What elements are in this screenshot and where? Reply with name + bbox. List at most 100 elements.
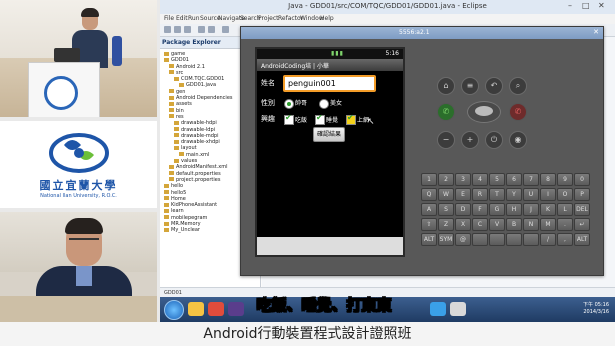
key[interactable]: 8 <box>540 173 556 186</box>
key[interactable]: . <box>557 218 573 231</box>
key[interactable]: F <box>472 203 488 216</box>
tree-item[interactable]: My_Unclear <box>164 227 233 233</box>
folder-icon <box>169 70 174 75</box>
key[interactable]: P <box>574 188 590 201</box>
key[interactable]: N <box>523 218 539 231</box>
key[interactable]: SYM <box>438 233 454 246</box>
search-icon[interactable] <box>222 26 229 33</box>
key[interactable]: D <box>455 203 471 216</box>
key[interactable]: 9 <box>557 173 573 186</box>
window-title: Java - GDD01/src/COM/TQC/GDD01/GDD01.jav… <box>288 2 487 10</box>
clock-date: 2014/3/16 <box>583 309 609 315</box>
key[interactable]: B <box>506 218 522 231</box>
menu-project[interactable]: Project <box>258 15 279 22</box>
menu-help[interactable]: Help <box>320 15 334 22</box>
key[interactable]: A <box>421 203 437 216</box>
key[interactable]: @ <box>455 233 471 246</box>
key[interactable]: J <box>523 203 539 216</box>
key[interactable]: M <box>540 218 556 231</box>
end-call-icon[interactable]: ✆ <box>509 103 527 121</box>
key[interactable]: Q <box>421 188 437 201</box>
checkbox-sleep[interactable] <box>315 113 325 125</box>
menu-button[interactable]: ≡ <box>461 77 479 95</box>
key[interactable]: ALT <box>421 233 437 246</box>
volume-up-button[interactable]: + <box>461 131 479 149</box>
run-icon[interactable] <box>208 26 215 33</box>
key[interactable]: H <box>506 203 522 216</box>
key[interactable]: DEL <box>574 203 590 216</box>
folder-icon <box>169 95 174 100</box>
key[interactable]: ALT <box>574 233 590 246</box>
back-button[interactable]: ↶ <box>485 77 503 95</box>
key[interactable] <box>506 233 522 246</box>
key[interactable] <box>489 233 505 246</box>
key[interactable]: Y <box>506 188 522 201</box>
name-field[interactable]: penguin001 <box>283 75 376 92</box>
maximize-button[interactable]: □ <box>582 1 590 10</box>
key[interactable]: K <box>540 203 556 216</box>
key[interactable]: 6 <box>506 173 522 186</box>
key[interactable]: S <box>438 203 454 216</box>
checkbox-internet[interactable] <box>346 113 356 125</box>
key[interactable]: L <box>557 203 573 216</box>
key[interactable]: , <box>557 233 573 246</box>
key[interactable]: V <box>489 218 505 231</box>
key[interactable]: I <box>540 188 556 201</box>
new-icon[interactable] <box>164 26 171 33</box>
key[interactable]: 2 <box>438 173 454 186</box>
start-button[interactable] <box>164 300 184 320</box>
key[interactable]: R <box>472 188 488 201</box>
key[interactable]: G <box>489 203 505 216</box>
key[interactable]: 1 <box>421 173 437 186</box>
key[interactable]: W <box>438 188 454 201</box>
menu-edit[interactable]: Edit <box>176 15 188 22</box>
radio-male[interactable] <box>284 99 294 109</box>
key[interactable]: C <box>472 218 488 231</box>
search-button[interactable]: ⌕ <box>509 77 527 95</box>
menu-file[interactable]: File <box>164 15 174 22</box>
print-icon[interactable] <box>184 26 191 33</box>
save-icon[interactable] <box>174 26 181 33</box>
key[interactable]: 4 <box>472 173 488 186</box>
menu-run[interactable]: Run <box>188 15 200 22</box>
key[interactable]: 5 <box>489 173 505 186</box>
key[interactable]: 7 <box>523 173 539 186</box>
key[interactable] <box>523 233 539 246</box>
browser-icon[interactable] <box>208 302 224 316</box>
minimize-button[interactable]: – <box>568 1 572 10</box>
taskbar-clock[interactable]: 下午 05:16 2014/3/16 <box>583 302 609 316</box>
checkbox-eat[interactable] <box>284 113 294 125</box>
home-button[interactable]: ⌂ <box>437 77 455 95</box>
key[interactable] <box>472 233 488 246</box>
key[interactable]: ⇧ <box>421 218 437 231</box>
confirm-button[interactable]: 確認結果 <box>313 127 345 142</box>
key[interactable]: U <box>523 188 539 201</box>
emulator-title: 5556:a2.1 <box>399 29 430 36</box>
key[interactable]: X <box>455 218 471 231</box>
debug-icon[interactable] <box>198 26 205 33</box>
folder-icon <box>164 202 169 207</box>
key[interactable]: / <box>540 233 556 246</box>
folder-icon <box>179 82 184 87</box>
app-icon[interactable] <box>450 302 466 316</box>
key[interactable]: 3 <box>455 173 471 186</box>
call-icon[interactable]: ✆ <box>437 103 455 121</box>
folder-icon <box>169 101 174 106</box>
volume-down-button[interactable]: − <box>437 131 455 149</box>
folder-icon <box>164 183 169 188</box>
key[interactable]: Z <box>438 218 454 231</box>
chair <box>112 36 122 66</box>
key[interactable]: ↵ <box>574 218 590 231</box>
key[interactable]: O <box>557 188 573 201</box>
dpad-center[interactable] <box>475 106 493 116</box>
key[interactable]: E <box>455 188 471 201</box>
explorer-icon[interactable] <box>188 302 204 316</box>
power-button[interactable]: ⏻ <box>485 131 503 149</box>
emulator-close-icon[interactable]: ✕ <box>593 28 599 36</box>
radio-female[interactable] <box>319 99 329 109</box>
close-button[interactable]: ✕ <box>598 1 605 10</box>
camera-button[interactable]: ◉ <box>509 131 527 149</box>
key[interactable]: 0 <box>574 173 590 186</box>
media-icon[interactable] <box>430 302 446 316</box>
key[interactable]: T <box>489 188 505 201</box>
